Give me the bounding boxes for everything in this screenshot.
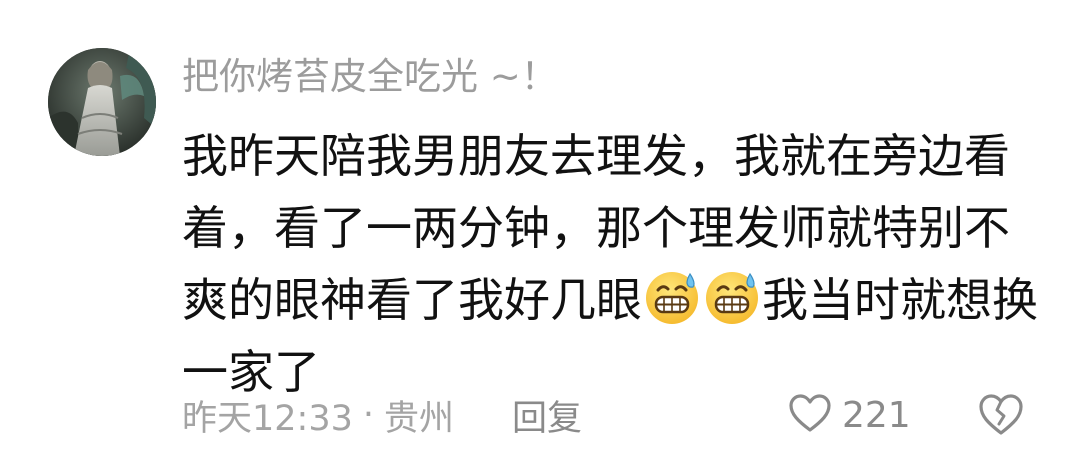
comment-location: 贵州 (384, 398, 455, 439)
comment-body: 我昨天陪我男朋友去理发，我就在旁边看着，看了一两分钟，那个理发师就特别不爽的眼神… (182, 120, 1042, 408)
meta-separator: · (362, 395, 375, 435)
dislike-button[interactable] (978, 392, 1024, 438)
like-count: 221 (842, 394, 911, 436)
heart-outline-icon (788, 393, 832, 437)
like-button[interactable]: 221 (788, 388, 911, 442)
comment-item: 把你烤苔皮全吃光 ~！ 我昨天陪我男朋友去理发，我就在旁边看着，看了一两分钟，那… (0, 0, 1080, 460)
reply-button[interactable]: 回复 (512, 390, 582, 441)
comment-time: 昨天12:33 (182, 398, 353, 439)
avatar[interactable] (48, 48, 156, 156)
comment-meta: 昨天12:33 · 贵州 回复 (182, 388, 582, 442)
sweat-grin-emoji-icon (643, 268, 701, 326)
username[interactable]: 把你烤苔皮全吃光 ~！ (182, 52, 558, 102)
sweat-grin-emoji-icon (703, 268, 761, 326)
broken-heart-outline-icon (978, 394, 1024, 442)
